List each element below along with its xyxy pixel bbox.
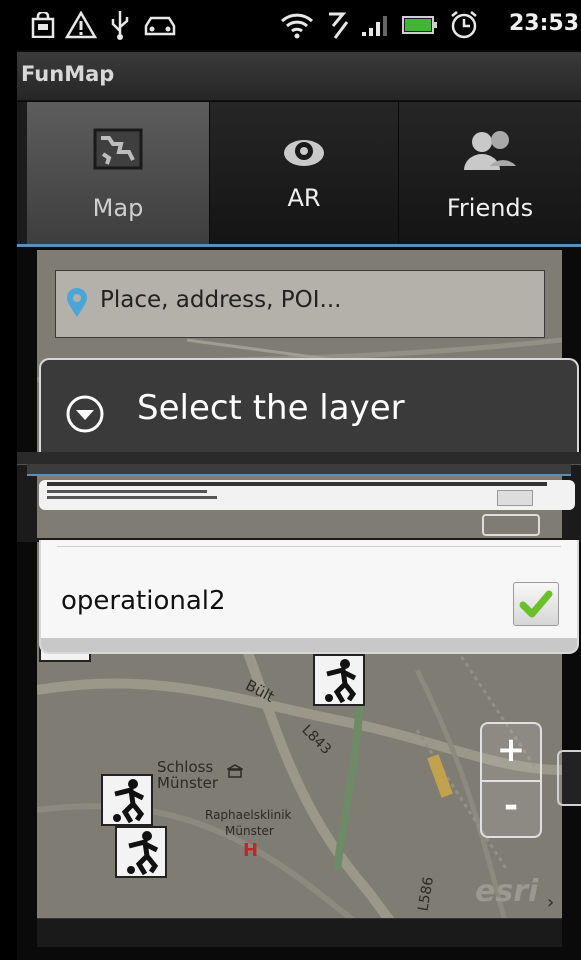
player-marker[interactable] — [313, 654, 365, 706]
tab-ar[interactable]: AR — [210, 102, 400, 244]
battery-icon — [402, 16, 437, 34]
checkmark-icon — [519, 590, 553, 618]
player-marker[interactable] — [115, 826, 167, 878]
usb-icon — [111, 11, 129, 40]
layer-dialog-header: Select the layer — [39, 358, 579, 460]
wifi-icon — [280, 13, 314, 39]
layer-label: operational2 — [61, 586, 226, 616]
search-input[interactable]: Place, address, POI... — [100, 287, 341, 313]
hospital-marker: H — [243, 840, 259, 861]
tab-map[interactable]: Map — [27, 102, 211, 244]
eye-icon — [284, 140, 324, 166]
map-icon — [93, 128, 143, 170]
zoom-control: + - — [480, 722, 542, 838]
map-label: Raphaelsklinik — [205, 808, 292, 822]
bag-icon — [31, 12, 55, 38]
zoom-out-button[interactable]: - — [482, 780, 540, 836]
status-bar: 23:53 — [17, 0, 581, 50]
dialog-footer — [41, 638, 577, 652]
zoom-in-button[interactable]: + — [482, 724, 540, 782]
map-label: Münster — [225, 824, 274, 838]
render-glitch-strip — [17, 452, 581, 542]
bottom-bar — [37, 918, 562, 947]
svg-text:›: › — [547, 892, 554, 913]
soccer-player-icon — [325, 659, 357, 704]
tab-friends[interactable]: Friends — [399, 102, 581, 244]
search-bar[interactable]: Place, address, POI... — [55, 270, 545, 338]
sync-icon — [329, 12, 349, 39]
tab-label: Map — [92, 194, 144, 222]
soccer-player-icon — [127, 831, 159, 876]
soccer-player-icon — [113, 779, 145, 824]
map-label: Münster — [157, 774, 219, 792]
title-bar: FunMap — [17, 52, 581, 101]
map-side-control[interactable] — [557, 750, 581, 806]
layer-checkbox[interactable] — [513, 582, 559, 626]
warning-icon — [65, 11, 97, 39]
location-pin-icon — [67, 288, 87, 317]
tab-label: AR — [287, 184, 321, 212]
map-label: › — [547, 892, 554, 913]
museum-icon — [227, 764, 243, 778]
friends-icon — [464, 131, 516, 170]
app-title: FunMap — [21, 62, 115, 86]
signal-icon — [362, 16, 387, 36]
player-marker[interactable] — [101, 774, 153, 826]
esri-logo: esri — [475, 874, 539, 909]
tab-label: Friends — [446, 194, 534, 222]
chevron-down-circle-icon — [66, 395, 104, 433]
layer-dialog: operational2 — [39, 540, 579, 654]
tab-bar: Map AR Friends — [17, 102, 581, 247]
dialog-title: Select the layer — [137, 388, 405, 428]
screen: 23:53 FunMap Map AR Friends Bült L843 Sc… — [17, 0, 581, 960]
alarm-icon — [451, 11, 477, 39]
car-icon — [144, 16, 176, 36]
layer-row[interactable]: operational2 — [41, 546, 577, 638]
status-time: 23:53 — [508, 11, 579, 36]
